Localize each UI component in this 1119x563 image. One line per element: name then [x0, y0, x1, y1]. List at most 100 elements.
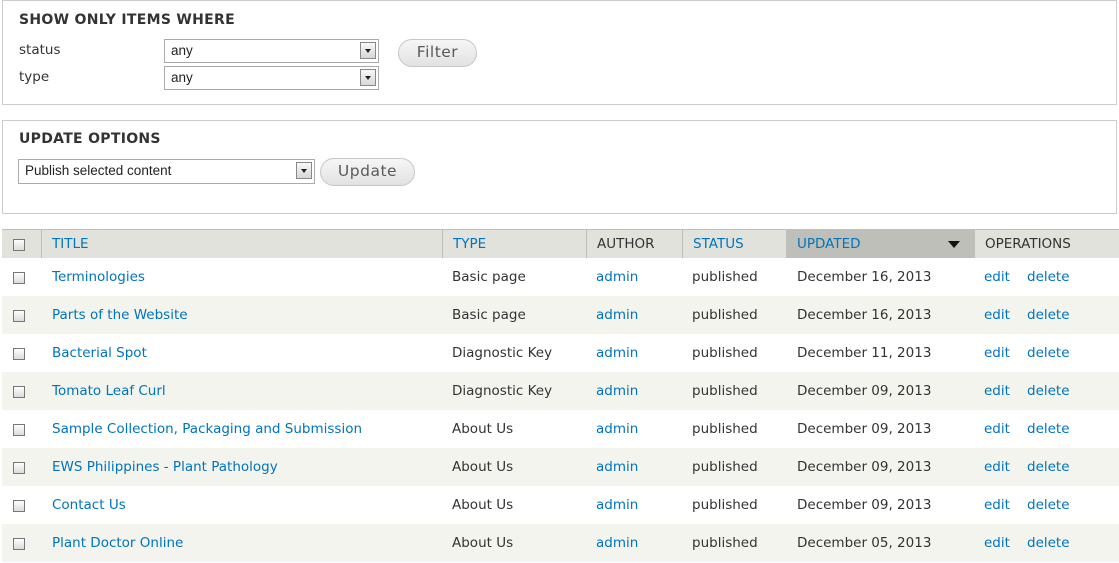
filter-panel: SHOW ONLY ITEMS WHERE status any type an… [2, 0, 1117, 105]
row-title-link[interactable]: Parts of the Website [52, 296, 188, 334]
row-author-link[interactable]: admin [596, 524, 638, 562]
row-checkbox[interactable] [13, 462, 25, 474]
table-row: Terminologies Basic page admin published Dec… [2, 258, 1119, 296]
header-updated-label: UPDATED [797, 236, 861, 252]
row-author-link[interactable]: admin [596, 334, 638, 372]
update-options-title: UPDATE OPTIONS [19, 131, 161, 147]
row-status: published [692, 345, 758, 361]
update-action-value: Publish selected content [25, 163, 172, 178]
table-row: Parts of the Website Basic page admin publi… [2, 296, 1119, 334]
type-label: type [19, 69, 50, 85]
row-title-link[interactable]: Terminologies [52, 258, 145, 296]
table-row: Tomato Leaf Curl Diagnostic Key admin publi… [2, 372, 1119, 410]
table-row: Bacterial Spot Diagnostic Key admin publish… [2, 334, 1119, 372]
row-updated: December 09, 2013 [797, 459, 932, 475]
header-author: AUTHOR [587, 230, 683, 258]
row-author-link[interactable]: admin [596, 410, 638, 448]
row-updated: December 09, 2013 [797, 383, 932, 399]
row-title-link[interactable]: EWS Philippines - Plant Pathology [52, 448, 278, 486]
table-row: Sample Collection, Packaging and Submiss… [2, 410, 1119, 448]
row-status: published [692, 307, 758, 323]
row-title-link[interactable]: Bacterial Spot [52, 334, 147, 372]
row-type: Basic page [452, 307, 526, 323]
row-edit-link[interactable]: edit [984, 486, 1010, 524]
filter-button[interactable]: Filter [398, 39, 477, 67]
row-delete-link[interactable]: delete [1027, 258, 1070, 296]
row-author-link[interactable]: admin [596, 258, 638, 296]
status-label: status [19, 42, 61, 58]
row-author-link[interactable]: admin [596, 448, 638, 486]
select-all-cell [2, 230, 42, 258]
chevron-down-icon[interactable] [360, 42, 376, 59]
row-delete-link[interactable]: delete [1027, 410, 1070, 448]
row-delete-link[interactable]: delete [1027, 448, 1070, 486]
row-edit-link[interactable]: edit [984, 334, 1010, 372]
row-checkbox[interactable] [13, 424, 25, 436]
row-checkbox[interactable] [13, 538, 25, 550]
update-options-panel: UPDATE OPTIONS Publish selected content … [2, 120, 1117, 214]
row-type: About Us [452, 459, 514, 475]
row-updated: December 16, 2013 [797, 269, 932, 285]
row-status: published [692, 459, 758, 475]
table-row: Contact Us About Us admin published December… [2, 486, 1119, 524]
row-type: Diagnostic Key [452, 383, 553, 399]
row-type: Basic page [452, 269, 526, 285]
row-status: published [692, 421, 758, 437]
row-edit-link[interactable]: edit [984, 448, 1010, 486]
row-delete-link[interactable]: delete [1027, 334, 1070, 372]
row-delete-link[interactable]: delete [1027, 296, 1070, 334]
row-author-link[interactable]: admin [596, 372, 638, 410]
row-author-link[interactable]: admin [596, 486, 638, 524]
type-select[interactable]: any [164, 66, 379, 90]
row-updated: December 11, 2013 [797, 345, 932, 361]
row-edit-link[interactable]: edit [984, 296, 1010, 334]
row-updated: December 09, 2013 [797, 497, 932, 513]
row-status: published [692, 535, 758, 551]
row-delete-link[interactable]: delete [1027, 486, 1070, 524]
chevron-down-icon[interactable] [360, 69, 376, 86]
row-type: Diagnostic Key [452, 345, 553, 361]
row-checkbox[interactable] [13, 272, 25, 284]
row-updated: December 05, 2013 [797, 535, 932, 551]
filter-title: SHOW ONLY ITEMS WHERE [19, 12, 235, 28]
row-checkbox[interactable] [13, 386, 25, 398]
row-status: published [692, 269, 758, 285]
row-checkbox[interactable] [13, 310, 25, 322]
header-type[interactable]: TYPE [443, 230, 587, 258]
table-header: TITLE TYPE AUTHOR STATUS UPDATED OPERATI… [2, 229, 1119, 259]
chevron-down-icon[interactable] [296, 162, 312, 179]
update-action-select[interactable]: Publish selected content [18, 159, 315, 184]
row-title-link[interactable]: Contact Us [52, 486, 126, 524]
header-operations: OPERATIONS [985, 236, 1071, 252]
header-status[interactable]: STATUS [683, 230, 787, 258]
row-checkbox[interactable] [13, 500, 25, 512]
row-edit-link[interactable]: edit [984, 258, 1010, 296]
row-delete-link[interactable]: delete [1027, 524, 1070, 562]
row-edit-link[interactable]: edit [984, 524, 1010, 562]
header-updated[interactable]: UPDATED [787, 230, 975, 258]
row-type: About Us [452, 497, 514, 513]
table-row: Plant Doctor Online About Us admin publishe… [2, 524, 1119, 562]
row-updated: December 09, 2013 [797, 421, 932, 437]
row-type: About Us [452, 535, 514, 551]
row-edit-link[interactable]: edit [984, 410, 1010, 448]
row-status: published [692, 383, 758, 399]
row-delete-link[interactable]: delete [1027, 372, 1070, 410]
type-select-value: any [171, 70, 193, 85]
row-edit-link[interactable]: edit [984, 372, 1010, 410]
status-select-value: any [171, 43, 193, 58]
row-title-link[interactable]: Tomato Leaf Curl [52, 372, 166, 410]
row-title-link[interactable]: Sample Collection, Packaging and Submiss… [52, 410, 362, 448]
status-select[interactable]: any [164, 39, 379, 63]
select-all-checkbox[interactable] [13, 239, 25, 251]
row-author-link[interactable]: admin [596, 296, 638, 334]
sort-descending-icon [948, 241, 960, 248]
table-row: EWS Philippines - Plant Pathology About U… [2, 448, 1119, 486]
row-title-link[interactable]: Plant Doctor Online [52, 524, 183, 562]
update-button[interactable]: Update [320, 158, 415, 186]
row-checkbox[interactable] [13, 348, 25, 360]
row-status: published [692, 497, 758, 513]
header-title[interactable]: TITLE [42, 230, 443, 258]
row-updated: December 16, 2013 [797, 307, 932, 323]
row-type: About Us [452, 421, 514, 437]
